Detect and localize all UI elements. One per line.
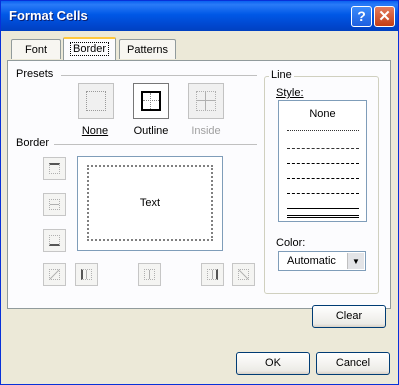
title-bar[interactable]: Format Cells ? ✕ xyxy=(1,1,398,31)
color-label: Color: xyxy=(276,237,306,249)
preview-cell: Text xyxy=(87,165,213,241)
style-thin-option[interactable] xyxy=(287,208,359,209)
border-divider xyxy=(54,144,257,145)
clear-button[interactable]: Clear xyxy=(312,305,386,328)
style-dash-option[interactable] xyxy=(287,193,359,194)
tab-font[interactable]: Font xyxy=(11,39,61,59)
border-top-button[interactable] xyxy=(43,157,66,180)
inside-border-icon xyxy=(196,91,216,111)
ok-button[interactable]: OK xyxy=(236,352,310,375)
presets-heading: Presets xyxy=(16,68,54,80)
diagonal-down-icon xyxy=(238,269,249,280)
color-dropdown[interactable]: Automatic ▼ xyxy=(278,251,366,271)
tab-patterns[interactable]: Patterns xyxy=(119,39,176,59)
presets-divider xyxy=(61,75,257,76)
border-diagonal-up-button[interactable] xyxy=(43,263,66,286)
preset-outline-button[interactable] xyxy=(133,83,169,119)
none-border-icon xyxy=(86,91,106,111)
border-bottom-button[interactable] xyxy=(43,229,66,252)
preset-none-label: None xyxy=(81,125,109,137)
preview-text: Text xyxy=(139,197,161,209)
border-middle-v-icon xyxy=(144,269,155,280)
border-bottom-icon xyxy=(49,235,60,246)
style-double-option[interactable] xyxy=(287,215,359,218)
border-heading: Border xyxy=(16,137,50,149)
border-diagonal-down-button[interactable] xyxy=(232,263,255,286)
border-right-icon xyxy=(207,269,218,280)
line-style-list[interactable]: None xyxy=(278,100,367,222)
tab-border[interactable]: Border xyxy=(63,37,116,60)
color-value: Automatic xyxy=(287,255,336,267)
format-cells-dialog: Format Cells ? ✕ Font Border Patterns Pr… xyxy=(0,0,399,385)
border-left-button[interactable] xyxy=(75,263,98,286)
line-heading: Line xyxy=(269,69,294,81)
style-label: Style: xyxy=(276,87,304,99)
outline-border-icon xyxy=(141,91,161,111)
border-left-icon xyxy=(81,269,92,280)
border-top-icon xyxy=(49,163,60,174)
border-middle-h-button[interactable] xyxy=(43,193,66,216)
close-button[interactable]: ✕ xyxy=(374,6,395,27)
preset-none-button[interactable] xyxy=(78,83,114,119)
diagonal-up-icon xyxy=(49,269,60,280)
border-preview[interactable]: Text xyxy=(77,156,223,251)
preset-inside-button[interactable] xyxy=(188,83,224,119)
border-middle-v-button[interactable] xyxy=(138,263,161,286)
style-none-option[interactable]: None xyxy=(279,108,366,120)
style-dashdotdot-option[interactable] xyxy=(287,163,359,164)
help-button[interactable]: ? xyxy=(351,6,372,27)
preset-inside-label: Inside xyxy=(191,125,221,137)
dropdown-arrow-icon[interactable]: ▼ xyxy=(347,253,364,269)
preset-outline-label: Outline xyxy=(133,125,169,137)
border-right-button[interactable] xyxy=(201,263,224,286)
style-dashdot-option[interactable] xyxy=(287,178,359,179)
window-title: Format Cells xyxy=(9,8,88,23)
cancel-button[interactable]: Cancel xyxy=(316,352,390,375)
border-middle-h-icon xyxy=(49,199,60,210)
style-hairline-option[interactable] xyxy=(287,130,359,131)
style-dotted-option[interactable] xyxy=(287,148,359,149)
